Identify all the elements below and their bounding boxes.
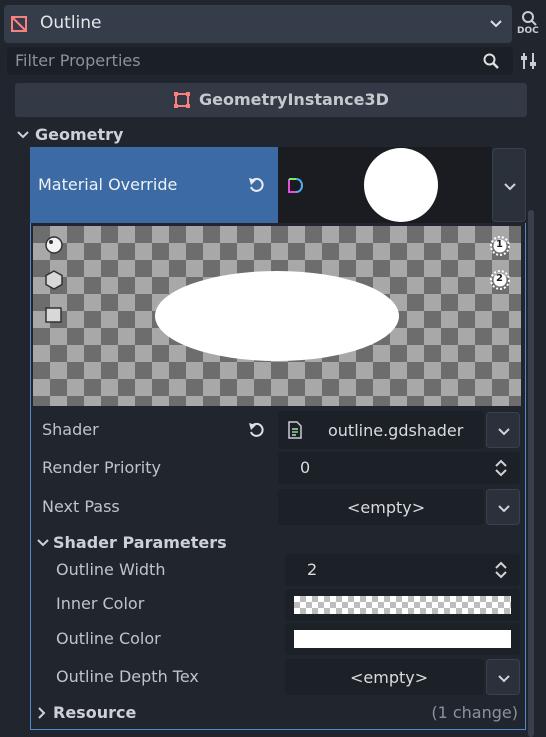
filter-placeholder: Filter Properties: [15, 51, 141, 70]
geometry-instance-icon: [174, 92, 190, 108]
filter-options-button[interactable]: [518, 50, 540, 72]
inner-color-picker[interactable]: [285, 589, 520, 621]
chevron-down-icon: [37, 539, 49, 547]
chevron-down-icon: [498, 428, 510, 436]
material-preview: 1 2: [33, 226, 521, 406]
shader-material-icon: [288, 178, 303, 193]
preview-cylinder-button[interactable]: [44, 270, 64, 290]
render-priority-label: Render Priority: [42, 458, 161, 477]
shader-filename: outline.gdshader: [328, 421, 464, 440]
sliders-icon: [521, 53, 536, 69]
preview-shape: [155, 271, 399, 361]
outline-depth-tex-label: Outline Depth Tex: [56, 667, 199, 686]
shader-parameters-label: Shader Parameters: [53, 533, 227, 552]
doc-label: DOC: [517, 26, 539, 36]
material-override-label: Material Override: [38, 175, 178, 194]
scrollbar[interactable]: [528, 210, 534, 737]
class-header-label: GeometryInstance3D: [199, 90, 389, 109]
outline-color-label: Outline Color: [56, 629, 161, 648]
light-1-number: 1: [496, 239, 503, 250]
box-icon: [45, 307, 62, 323]
preview-light-1-button[interactable]: 1: [489, 235, 511, 257]
next-pass-empty: <empty>: [347, 498, 426, 517]
next-pass-label: Next Pass: [42, 497, 120, 516]
resource-changes: (1 change): [431, 703, 518, 722]
shader-file-icon: [288, 421, 302, 439]
revert-icon[interactable]: [247, 420, 267, 440]
sphere-icon: [45, 236, 63, 254]
spin-arrows-icon[interactable]: [494, 561, 508, 579]
material-thumbnail: [364, 148, 438, 222]
search-icon: [483, 53, 499, 69]
spin-arrows-icon[interactable]: [494, 459, 508, 477]
doc-button[interactable]: DOC: [516, 8, 542, 40]
cylinder-icon: [45, 270, 63, 290]
geometry-section-header[interactable]: Geometry: [17, 124, 217, 146]
geometry-section-label: Geometry: [35, 125, 124, 144]
chevron-down-icon: [504, 183, 516, 191]
shader-label: Shader: [42, 420, 99, 439]
outline-width-spinbox[interactable]: 2: [285, 554, 520, 586]
preview-light-2-button[interactable]: 2: [489, 269, 511, 291]
chevron-down-icon: [498, 505, 510, 513]
shader-value[interactable]: outline.gdshader: [278, 411, 484, 449]
node-selector[interactable]: Outline: [4, 5, 512, 43]
inner-color-label: Inner Color: [56, 594, 145, 613]
revert-icon[interactable]: [247, 175, 267, 195]
outline-color-swatch: [294, 630, 511, 648]
outline-depth-tex-empty: <empty>: [350, 668, 429, 687]
shader-parameters-section-header[interactable]: Shader Parameters: [37, 532, 287, 554]
resource-section-header[interactable]: Resource (1 change): [37, 702, 521, 724]
light-2-number: 2: [496, 273, 503, 284]
next-pass-dropdown-button[interactable]: [486, 489, 520, 525]
material-override-row[interactable]: Material Override: [30, 147, 278, 223]
render-priority-value: 0: [300, 458, 311, 477]
class-header: GeometryInstance3D: [15, 83, 527, 117]
preview-box-button[interactable]: [44, 305, 64, 325]
chevron-down-icon: [17, 131, 29, 139]
next-pass-value[interactable]: <empty>: [278, 489, 484, 525]
shader-dropdown-button[interactable]: [486, 412, 520, 448]
preview-sphere-button[interactable]: [44, 235, 64, 255]
material-override-value[interactable]: [278, 147, 492, 223]
inner-color-swatch: [294, 596, 511, 614]
node-selector-label: Outline: [40, 13, 102, 33]
mesh-node-icon: [11, 16, 27, 32]
outline-width-value: 2: [307, 560, 318, 579]
outline-depth-tex-dropdown-button[interactable]: [486, 659, 520, 695]
outline-depth-tex-value[interactable]: <empty>: [285, 659, 484, 695]
chevron-down-icon: [490, 20, 502, 28]
render-priority-spinbox[interactable]: 0: [278, 452, 520, 484]
filter-properties-input[interactable]: Filter Properties: [7, 47, 513, 75]
outline-color-picker[interactable]: [285, 623, 520, 655]
resource-label: Resource: [53, 703, 137, 722]
chevron-right-icon: [38, 707, 46, 719]
material-override-dropdown-button[interactable]: [492, 148, 526, 222]
outline-width-label: Outline Width: [56, 560, 166, 579]
chevron-down-icon: [498, 675, 510, 683]
